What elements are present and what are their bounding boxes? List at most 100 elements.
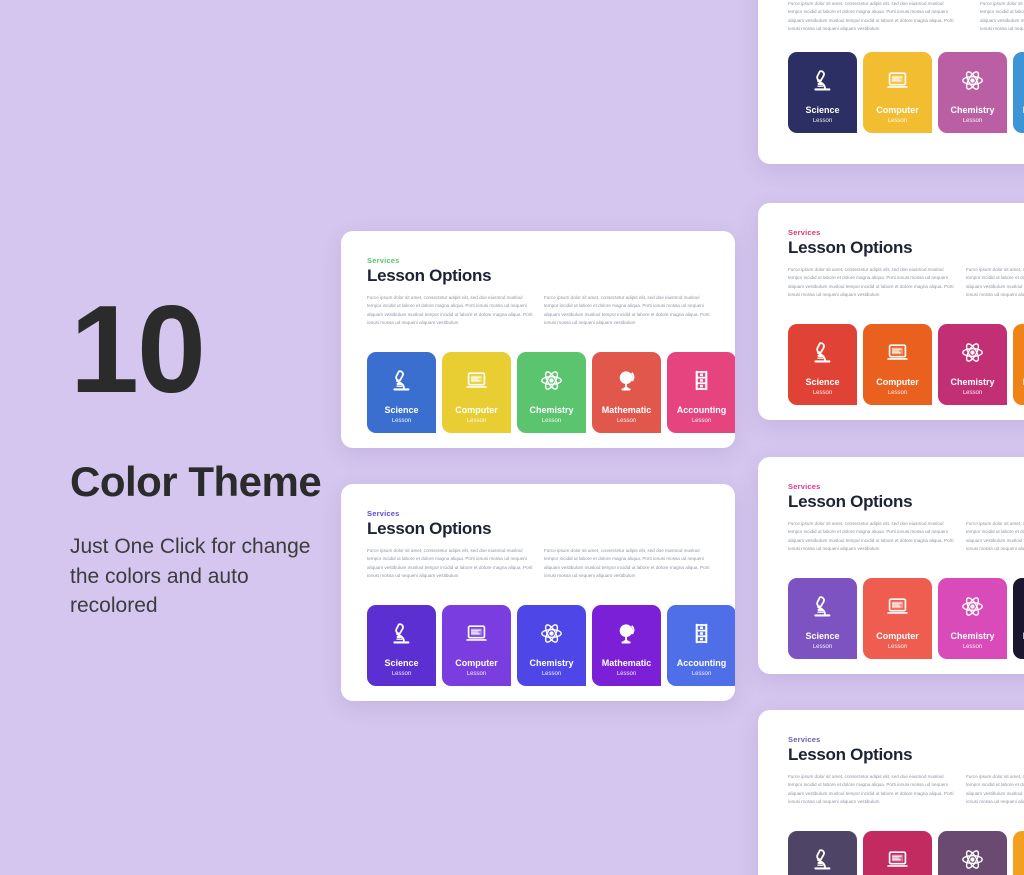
slide-theme-muted-plum[interactable]: Services Lesson Options Furce ipsum dolor … [758, 710, 1024, 875]
lesson-card-row: Science Lesson Computer Lesson Chemistry… [788, 324, 1024, 405]
body-paragraph-left: Furce ipsum dolor sit amet, consectetur … [788, 521, 954, 552]
atom-icon [539, 621, 564, 646]
lesson-card-science[interactable]: Science Lesson [788, 578, 857, 659]
lesson-card-subtitle: Lesson [616, 670, 637, 677]
lesson-card-computer[interactable]: Computer Lesson [863, 578, 932, 659]
lesson-card-mathematic[interactable]: Mathematic Lesson [592, 352, 661, 433]
slide-theme-purple-coral[interactable]: Services Lesson Options Furce ipsum dolor … [758, 457, 1024, 674]
lesson-card-subtitle: Lesson [887, 643, 908, 650]
lesson-card-mathematic[interactable]: Mathematic Lesson [1013, 578, 1024, 659]
laptop-icon [885, 594, 910, 619]
lesson-card-accounting[interactable]: Accounting Lesson [667, 605, 735, 686]
lesson-card-computer[interactable]: Computer Lesson [442, 605, 511, 686]
slide-heading: Lesson Options [367, 266, 492, 285]
lesson-card-title: Science [805, 631, 840, 641]
lesson-card-title: Mathematic [601, 405, 652, 415]
laptop-icon [885, 847, 910, 872]
slide-theme-red-orange[interactable]: Services Lesson Options Furce ipsum dolor … [758, 203, 1024, 420]
lesson-card-subtitle: Lesson [962, 643, 983, 650]
abacus-icon [689, 368, 714, 393]
lesson-card-chemistry[interactable]: Chemistry Lesson [938, 578, 1007, 659]
lesson-card-mathematic[interactable]: Mathematic Lesson [1013, 831, 1024, 875]
lesson-card-title: Chemistry [950, 377, 995, 387]
lesson-card-mathematic[interactable]: Mathematic Lesson [1013, 52, 1024, 133]
lesson-card-science[interactable]: Science Lesson [788, 831, 857, 875]
atom-icon [960, 68, 985, 93]
eyebrow-label: Services [788, 735, 821, 744]
lesson-card-title: Chemistry [529, 658, 574, 668]
microscope-icon [810, 594, 835, 619]
body-paragraph-right: Furce ipsum dolor sit amet, consectetur … [966, 774, 1024, 805]
lesson-card-subtitle: Lesson [887, 389, 908, 396]
lesson-card-accounting[interactable]: Accounting Lesson [667, 352, 735, 433]
lesson-card-row: Science Lesson Computer Lesson Chemistry… [367, 352, 735, 433]
lesson-card-chemistry[interactable]: Chemistry Lesson [938, 324, 1007, 405]
lesson-card-title: Science [805, 377, 840, 387]
lesson-card-title: Accounting [676, 658, 727, 668]
microscope-icon [389, 621, 414, 646]
lesson-card-title: Chemistry [950, 631, 995, 641]
lesson-card-subtitle: Lesson [812, 117, 833, 124]
lesson-card-science[interactable]: Science Lesson [367, 352, 436, 433]
lesson-card-science[interactable]: Science Lesson [788, 324, 857, 405]
hero-number: 10 [70, 281, 206, 419]
atom-icon [539, 368, 564, 393]
lesson-card-row: Science Lesson Computer Lesson Chemistry… [788, 831, 1024, 875]
lesson-card-title: Chemistry [950, 105, 995, 115]
lesson-card-subtitle: Lesson [962, 389, 983, 396]
body-paragraph-left: Furce ipsum dolor sit amet, consectetur … [788, 774, 954, 805]
lesson-card-computer[interactable]: Computer Lesson [442, 352, 511, 433]
lesson-card-chemistry[interactable]: Chemistry Lesson [938, 831, 1007, 875]
hero-title: Color Theme [70, 457, 322, 505]
body-paragraph-right: Furce ipsum dolor sit amet, consectetur … [544, 295, 710, 326]
lesson-card-title: Chemistry [529, 405, 574, 415]
hero-subtitle: Just One Click for change the colors and… [70, 534, 311, 618]
lesson-card-subtitle: Lesson [887, 117, 908, 124]
abacus-icon [689, 621, 714, 646]
lesson-card-title: Accounting [676, 405, 727, 415]
slide-theme-navy-gold[interactable]: Furce ipsum dolor sit amet, consectetur … [758, 0, 1024, 164]
slide-heading: Lesson Options [788, 745, 913, 764]
lesson-card-chemistry[interactable]: Chemistry Lesson [938, 52, 1007, 133]
lesson-card-row: Science Lesson Computer Lesson Chemistry… [788, 578, 1024, 659]
slide-theme-violet-indigo[interactable]: Services Lesson Options Furce ipsum dolor … [341, 484, 735, 701]
eyebrow-label: Services [367, 509, 400, 518]
atom-icon [960, 594, 985, 619]
lesson-card-subtitle: Lesson [962, 117, 983, 124]
microscope-icon [389, 368, 414, 393]
lesson-card-subtitle: Lesson [812, 643, 833, 650]
lesson-card-subtitle: Lesson [691, 417, 712, 424]
lesson-card-computer[interactable]: Computer Lesson [863, 831, 932, 875]
lesson-card-row: Science Lesson Computer Lesson Chemistry… [367, 605, 735, 686]
laptop-icon [464, 368, 489, 393]
lesson-card-mathematic[interactable]: Mathematic Lesson [1013, 324, 1024, 405]
lesson-card-title: Science [384, 658, 419, 668]
lesson-card-title: Science [384, 405, 419, 415]
lesson-card-chemistry[interactable]: Chemistry Lesson [517, 605, 586, 686]
lesson-card-science[interactable]: Science Lesson [367, 605, 436, 686]
lesson-card-computer[interactable]: Computer Lesson [863, 324, 932, 405]
globe-icon [614, 368, 639, 393]
eyebrow-label: Services [788, 228, 821, 237]
slide-heading: Lesson Options [367, 519, 492, 538]
lesson-card-science[interactable]: Science Lesson [788, 52, 857, 133]
lesson-card-mathematic[interactable]: Mathematic Lesson [592, 605, 661, 686]
lesson-card-subtitle: Lesson [541, 670, 562, 677]
body-paragraph-left: Furce ipsum dolor sit amet, consectetur … [367, 548, 533, 579]
laptop-icon [885, 68, 910, 93]
laptop-icon [885, 340, 910, 365]
lesson-card-subtitle: Lesson [812, 389, 833, 396]
slide-theme-primary-bright[interactable]: Services Lesson Options Furce ipsum dolor … [341, 231, 735, 448]
microscope-icon [810, 847, 835, 872]
lesson-card-title: Computer [876, 377, 919, 387]
lesson-card-computer[interactable]: Computer Lesson [863, 52, 932, 133]
lesson-card-title: Computer [455, 405, 498, 415]
atom-icon [960, 847, 985, 872]
slide-heading: Lesson Options [788, 492, 913, 511]
body-paragraph-left: Furce ipsum dolor sit amet, consectetur … [788, 1, 954, 32]
lesson-card-subtitle: Lesson [616, 417, 637, 424]
lesson-card-chemistry[interactable]: Chemistry Lesson [517, 352, 586, 433]
body-paragraph-left: Furce ipsum dolor sit amet, consectetur … [788, 267, 954, 298]
atom-icon [960, 340, 985, 365]
laptop-icon [464, 621, 489, 646]
